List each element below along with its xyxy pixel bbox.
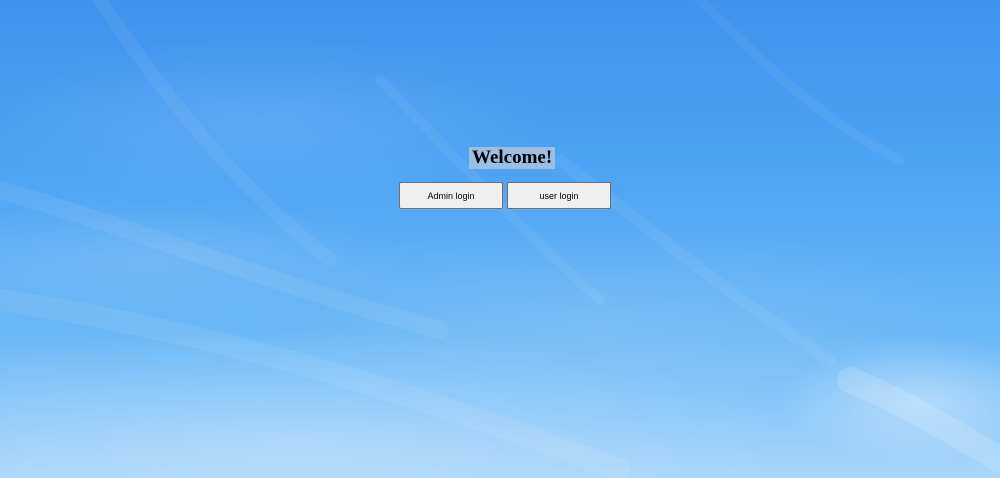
admin-login-button[interactable]: Admin login [399,182,503,209]
welcome-heading: Welcome! [469,147,556,169]
welcome-panel: Welcome! Admin login user login [0,0,1000,478]
user-login-button[interactable]: user login [507,182,611,209]
